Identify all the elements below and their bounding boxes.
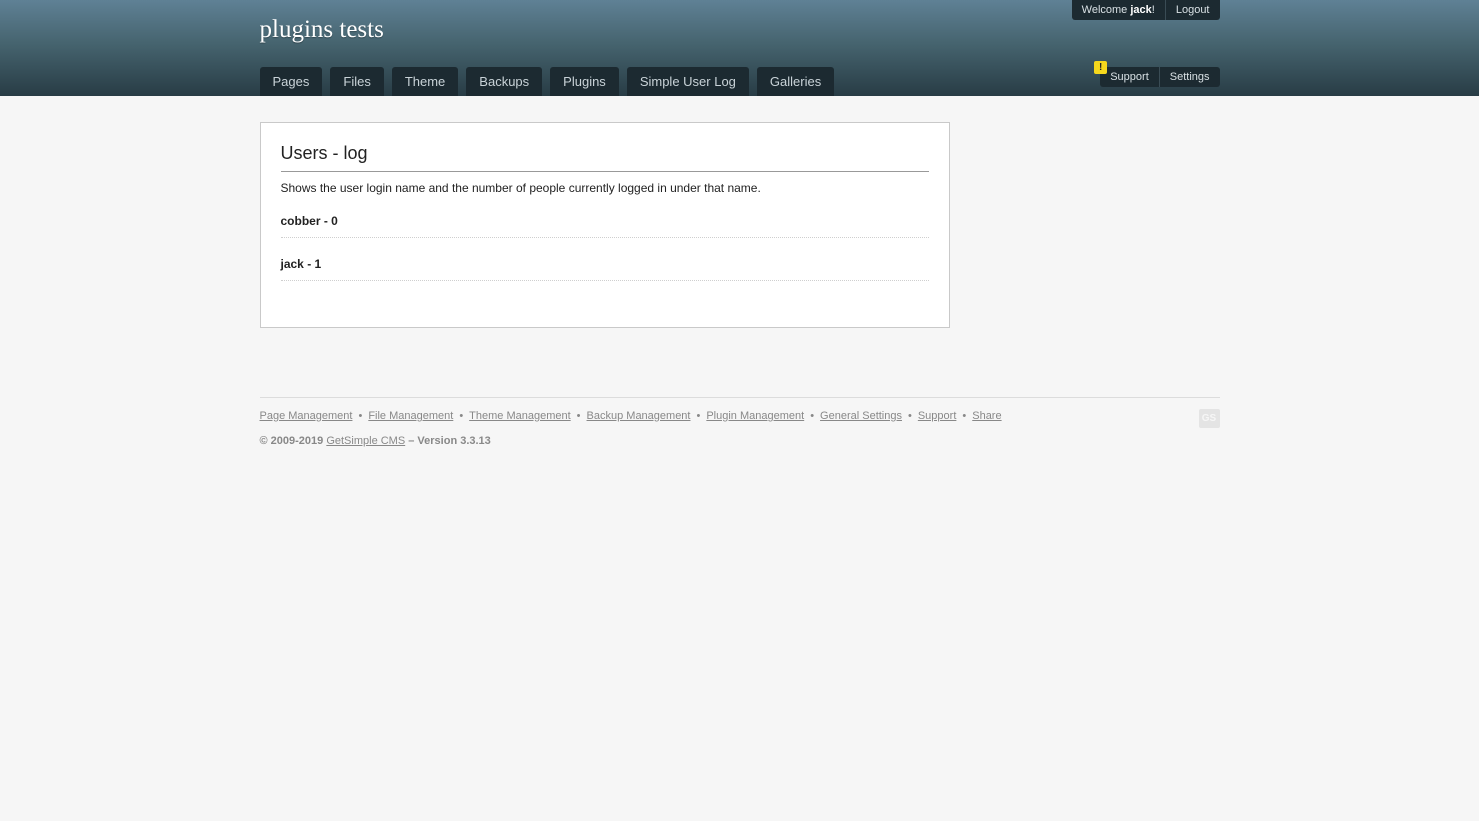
user-box: Welcome jack! Logout [1071, 0, 1220, 20]
footer-link-file-management[interactable]: File Management [368, 410, 453, 422]
copyright-prefix: © 2009-2019 [259, 435, 327, 447]
footer-link-plugin-management[interactable]: Plugin Management [706, 410, 804, 422]
logout-link[interactable]: Logout [1166, 0, 1220, 20]
welcome-prefix: Welcome [1081, 4, 1131, 16]
version-text: – Version 3.3.13 [405, 435, 491, 447]
tab-simple-user-log[interactable]: Simple User Log [626, 67, 749, 96]
panel-description: Shows the user login name and the number… [280, 181, 761, 195]
footer-link-theme-management[interactable]: Theme Management [469, 410, 571, 422]
footer-link-backup-management[interactable]: Backup Management [587, 410, 691, 422]
panel-title: Users - log [280, 143, 929, 172]
getsimple-logo-icon[interactable]: GS [1198, 409, 1220, 428]
footer-link-share[interactable]: Share [972, 410, 1001, 422]
footer-separator: • [962, 410, 967, 422]
welcome-suffix: ! [1151, 4, 1155, 16]
getsimple-cms-link[interactable]: GetSimple CMS [326, 435, 405, 447]
user-log-row: jack - 1 [280, 257, 929, 281]
footer-separator: • [358, 410, 363, 422]
welcome-text: Welcome jack! [1072, 0, 1165, 20]
tab-files[interactable]: Files [330, 67, 384, 96]
tab-galleries[interactable]: Galleries [756, 67, 835, 96]
users-log-panel: Users - log Shows the user login name an… [259, 122, 950, 328]
welcome-username: jack [1130, 4, 1152, 16]
site-title-link[interactable]: plugins tests [260, 16, 384, 44]
warning-icon: ! [1094, 61, 1108, 74]
support-link[interactable]: Support [1100, 67, 1159, 87]
main-nav-tabs: Pages Files Theme Backups Plugins Simple… [259, 67, 835, 96]
tab-pages[interactable]: Pages [259, 67, 323, 96]
user-log-row: cobber - 0 [280, 214, 929, 238]
tab-theme[interactable]: Theme [391, 67, 459, 96]
footer-link-support[interactable]: Support [918, 410, 957, 422]
settings-box: ! Support Settings [1094, 61, 1220, 87]
settings-link[interactable]: Settings [1158, 67, 1220, 87]
footer-separator: • [907, 410, 912, 422]
footer-separator: • [696, 410, 701, 422]
footer-separator: • [576, 410, 581, 422]
header: plugins tests Pages Files Theme Backups … [0, 0, 1479, 96]
tab-plugins[interactable]: Plugins [550, 67, 619, 96]
footer-separator: • [810, 410, 815, 422]
footer-link-general-settings[interactable]: General Settings [820, 410, 902, 422]
footer-separator: • [459, 410, 464, 422]
footer: Page Management • File Management • Theme Ma… [259, 397, 1220, 447]
footer-links: Page Management • File Management • Theme Ma… [260, 410, 1220, 422]
footer-link-page-management[interactable]: Page Management [260, 410, 353, 422]
header-wrapper: plugins tests Pages Files Theme Backups … [259, 0, 1220, 96]
copyright: © 2009-2019 GetSimple CMS – Version 3.3.… [260, 435, 1220, 447]
tab-backups[interactable]: Backups [466, 67, 543, 96]
